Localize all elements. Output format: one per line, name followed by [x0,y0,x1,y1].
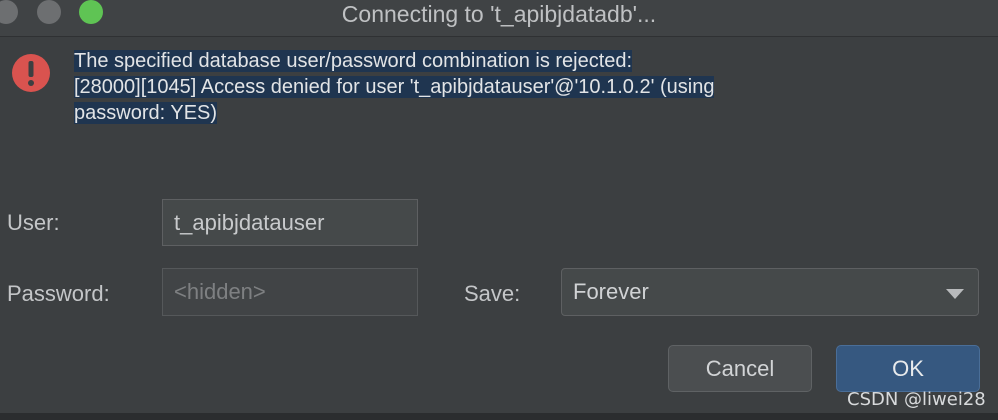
password-label: Password: [7,281,110,306]
save-select[interactable]: Forever [561,268,979,316]
error-message-line-3: password: YES) [74,102,218,124]
title-bar: Connecting to 't_apibjdatadb'... [0,0,998,37]
error-icon [12,54,50,92]
bottom-strip [0,413,998,420]
user-label: User: [7,210,60,235]
user-input-value: t_apibjdatauser [174,209,325,235]
password-placeholder: <hidden> [174,279,266,304]
cancel-button[interactable]: Cancel [668,345,812,392]
error-message: The specified database user/password com… [74,48,874,126]
watermark: CSDN @liwei28 [847,389,986,410]
error-message-line-1: The specified database user/password com… [74,50,633,72]
chevron-down-icon [946,289,964,299]
window-title: Connecting to 't_apibjdatadb'... [341,1,657,27]
save-label: Save: [464,281,521,306]
error-message-line-2: [28000][1045] Access denied for user 't_… [74,76,715,98]
ok-button[interactable]: OK [836,345,980,392]
password-input[interactable]: <hidden> [162,268,418,316]
user-input[interactable]: t_apibjdatauser [162,199,418,246]
save-select-value: Forever [573,279,649,304]
